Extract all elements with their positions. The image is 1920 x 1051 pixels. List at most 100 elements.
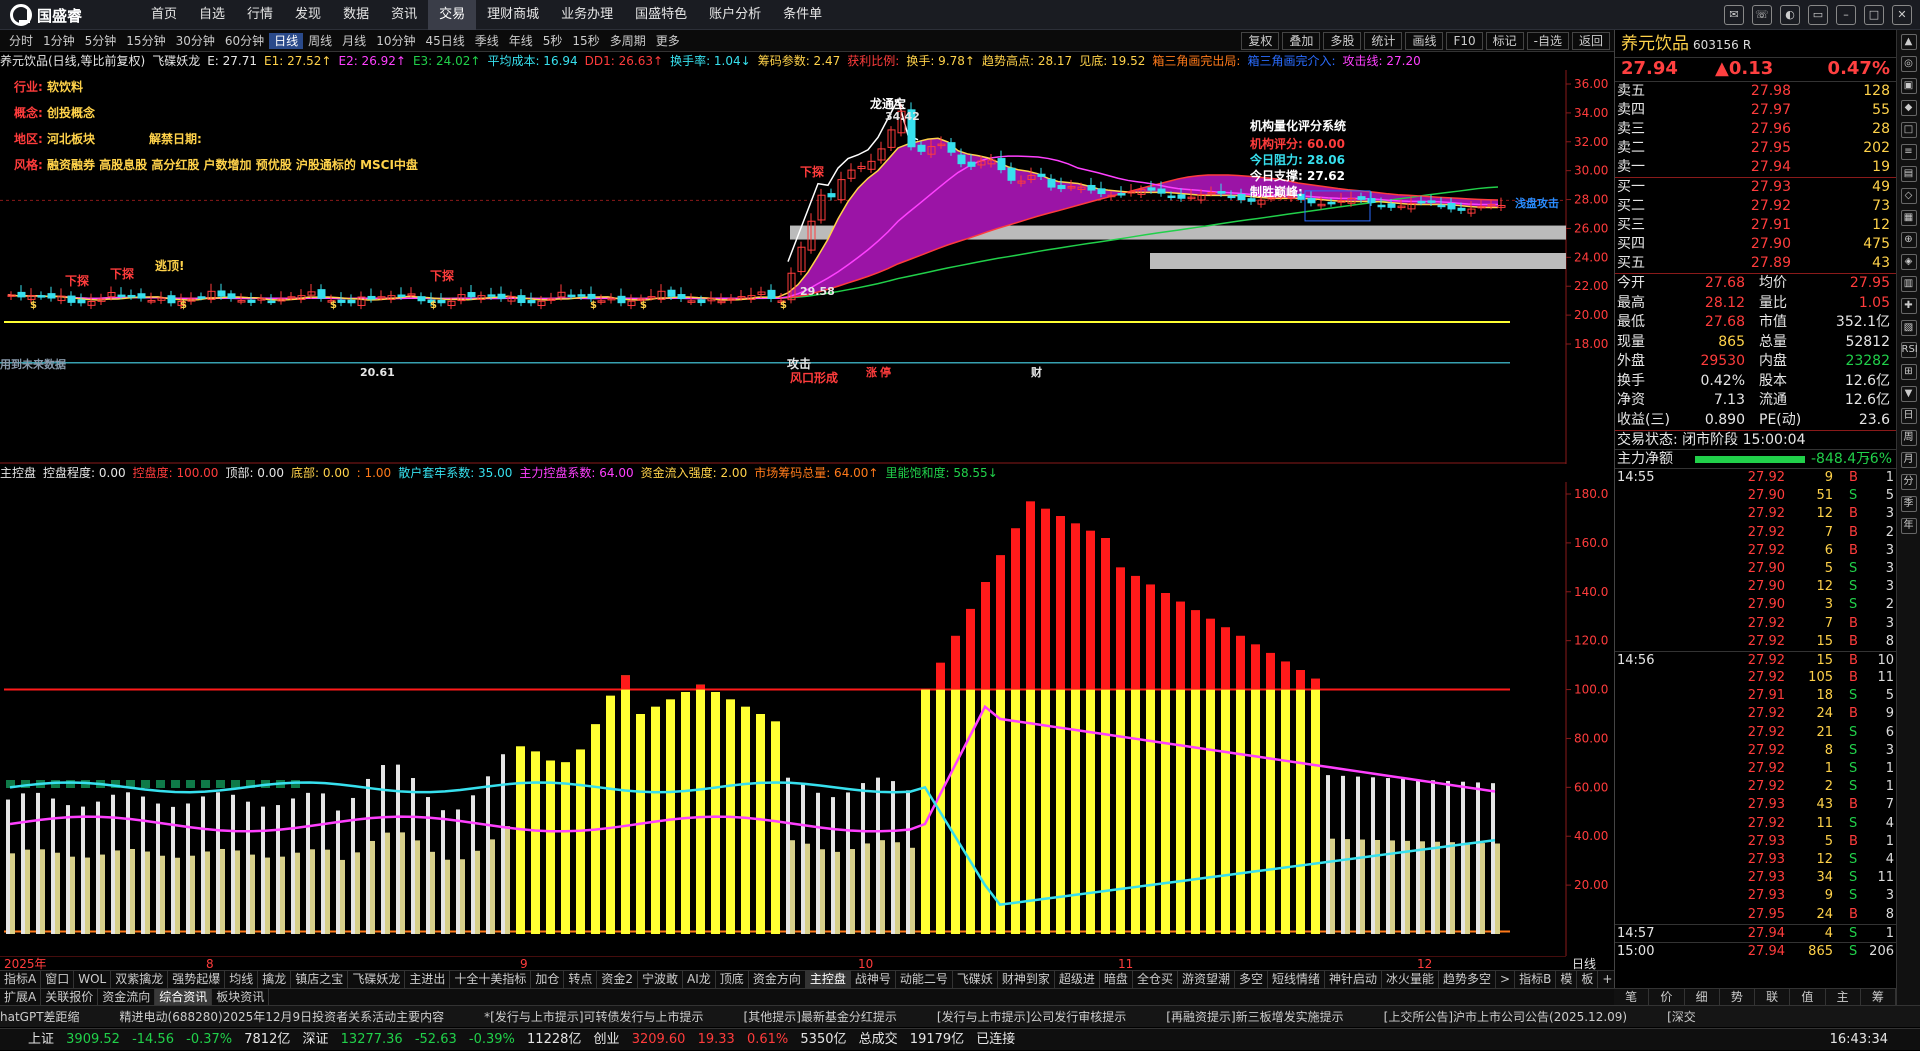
tool-button-8[interactable]: 返回: [1571, 32, 1610, 50]
info-tab-3[interactable]: 综合资讯: [155, 989, 213, 1005]
period-tab-15[interactable]: 多周期: [605, 33, 651, 49]
side-tool-20[interactable]: 分: [1900, 474, 1917, 490]
buy-row[interactable]: 买五 27.89 43: [1615, 254, 1896, 273]
main-control-indicator-chart[interactable]: 180.0 160.0 140.0 120.0 100.0 80.00 60.00 40.00…: [0, 482, 1614, 956]
tool-button-0[interactable]: 复权: [1241, 32, 1280, 50]
indicator-tab-4[interactable]: 强势起爆: [168, 971, 226, 988]
side-tool-13[interactable]: ▧: [1900, 320, 1917, 336]
indicator-tab-17[interactable]: 资金方向: [749, 971, 806, 988]
indicator-tab-3[interactable]: 双紫擒龙: [111, 971, 169, 988]
quote-tab-7[interactable]: 筹: [1861, 989, 1896, 1005]
info-tab-1[interactable]: 关联报价: [41, 989, 99, 1005]
indicator-tab-8[interactable]: 飞碟妖龙: [348, 971, 406, 988]
side-tool-8[interactable]: ▦: [1900, 210, 1917, 226]
tool-button-7[interactable]: -自选: [1526, 32, 1569, 50]
screen-icon[interactable]: ▭: [1808, 5, 1828, 25]
period-tab-16[interactable]: 更多: [651, 33, 685, 49]
menu-item-6[interactable]: 交易: [428, 0, 477, 30]
news-item-4[interactable]: [发行与上市提示]公司发行审核提示: [937, 1010, 1126, 1024]
quote-tab-3[interactable]: 势: [1720, 989, 1755, 1005]
side-tool-10[interactable]: ◈: [1900, 254, 1917, 270]
indicator-tab-23[interactable]: 超级进: [1055, 971, 1100, 988]
indicator-tab-12[interactable]: 转点: [564, 971, 598, 988]
sz-index-name[interactable]: 深证: [303, 1032, 329, 1047]
period-tab-10[interactable]: 45日线: [420, 33, 469, 49]
indicator-tab-36[interactable]: +: [1598, 971, 1614, 988]
side-tool-16[interactable]: ▼: [1900, 386, 1917, 402]
tool-button-4[interactable]: 画线: [1405, 32, 1444, 50]
buy-row[interactable]: 买三 27.91 12: [1615, 216, 1896, 235]
tool-button-2[interactable]: 多股: [1323, 32, 1362, 50]
sell-row[interactable]: 卖一 27.94 19: [1615, 158, 1896, 177]
message-icon[interactable]: ✉: [1724, 5, 1744, 25]
news-item-3[interactable]: [其他提示]最新基金分红提示: [744, 1010, 897, 1024]
side-tool-11[interactable]: ▥: [1900, 276, 1917, 292]
indicator-tab-34[interactable]: 模: [1556, 971, 1578, 988]
indicator-tab-14[interactable]: 宁波敢: [638, 971, 684, 988]
buy-row[interactable]: 买四 27.90 475: [1615, 235, 1896, 254]
side-tool-1[interactable]: ◎: [1900, 56, 1917, 72]
indicator-tab-29[interactable]: 神针启动: [1325, 971, 1383, 988]
period-tab-11[interactable]: 季线: [470, 33, 504, 49]
menu-item-5[interactable]: 资讯: [380, 0, 428, 30]
maximize-icon[interactable]: □: [1864, 5, 1884, 25]
indicator-tab-5[interactable]: 均线: [225, 971, 259, 988]
indicator-tab-33[interactable]: 指标B: [1515, 971, 1557, 988]
period-tab-12[interactable]: 年线: [504, 33, 538, 49]
side-tool-4[interactable]: □: [1900, 122, 1917, 138]
sell-row[interactable]: 卖四 27.97 55: [1615, 101, 1896, 120]
period-tab-1[interactable]: 1分钟: [38, 33, 80, 49]
side-tool-12[interactable]: ✚: [1900, 298, 1917, 314]
indicator-tab-2[interactable]: WOL: [74, 971, 112, 988]
period-tab-6[interactable]: 日线: [269, 33, 304, 49]
indicator-tab-6[interactable]: 擒龙: [258, 971, 292, 988]
menu-item-8[interactable]: 业务办理: [550, 0, 624, 30]
quote-tab-2[interactable]: 细: [1685, 989, 1720, 1005]
indicator-tab-11[interactable]: 加仓: [531, 971, 565, 988]
tool-button-5[interactable]: F10: [1446, 32, 1483, 50]
indicator-tab-21[interactable]: 飞碟妖: [953, 971, 998, 988]
tool-button-6[interactable]: 标记: [1485, 32, 1524, 50]
side-tool-9[interactable]: ⊕: [1900, 232, 1917, 248]
buy-row[interactable]: 买一 27.93 49: [1615, 178, 1896, 197]
news-item-0[interactable]: hatGPT差距缩: [0, 1010, 80, 1024]
indicator-tab-18[interactable]: 主控盘: [805, 971, 851, 988]
sell-row[interactable]: 卖五 27.98 128: [1615, 82, 1896, 101]
menu-item-2[interactable]: 行情: [236, 0, 284, 30]
news-item-1[interactable]: 精进电动(688280)2025年12月9日投资者关系活动主要内容: [120, 1010, 445, 1024]
indicator-tab-26[interactable]: 游资望潮: [1178, 971, 1235, 988]
tool-button-3[interactable]: 统计: [1364, 32, 1403, 50]
indicator-tab-7[interactable]: 镇店之宝: [291, 971, 349, 988]
menu-item-9[interactable]: 国盛特色: [624, 0, 698, 30]
info-tab-0[interactable]: 扩展A: [0, 989, 42, 1005]
indicator-tab-24[interactable]: 暗盘: [1100, 971, 1133, 988]
info-tab-4[interactable]: 板块资讯: [212, 989, 270, 1005]
menu-item-11[interactable]: 条件单: [772, 0, 833, 30]
period-tab-5[interactable]: 60分钟: [220, 33, 269, 49]
side-tool-2[interactable]: ▣: [1900, 78, 1917, 94]
menu-item-1[interactable]: 自选: [188, 0, 236, 30]
indicator-tab-9[interactable]: 主进出: [405, 971, 451, 988]
headset-icon[interactable]: ☏: [1752, 5, 1772, 25]
side-tool-17[interactable]: 日: [1900, 408, 1917, 424]
indicator-tab-35[interactable]: 板: [1577, 971, 1599, 988]
indicator-tab-25[interactable]: 全仓买: [1133, 971, 1178, 988]
period-tab-2[interactable]: 5分钟: [80, 33, 122, 49]
news-item-2[interactable]: *[发行与上市提示]可转债发行与上市提示: [484, 1010, 703, 1024]
close-icon[interactable]: ✕: [1892, 5, 1912, 25]
indicator-tab-16[interactable]: 顶底: [716, 971, 749, 988]
indicator-tab-1[interactable]: 窗口: [41, 971, 75, 988]
news-item-6[interactable]: [上交所公告]沪市上市公司公告(2025.12.09): [1384, 1010, 1627, 1024]
news-item-5[interactable]: [再融资提示]新三板增发实施提示: [1166, 1010, 1343, 1024]
sell-row[interactable]: 卖三 27.96 28: [1615, 120, 1896, 139]
period-tab-7[interactable]: 周线: [303, 33, 337, 49]
indicator-tab-28[interactable]: 短线情绪: [1268, 971, 1325, 988]
quote-tab-5[interactable]: 值: [1790, 989, 1826, 1005]
side-tool-3[interactable]: ◆: [1900, 100, 1917, 116]
indicator-tab-30[interactable]: 冰火量能: [1382, 971, 1440, 988]
period-tab-3[interactable]: 15分钟: [121, 33, 170, 49]
menu-item-10[interactable]: 账户分析: [698, 0, 772, 30]
menu-item-3[interactable]: 发现: [284, 0, 332, 30]
quote-tab-6[interactable]: 主: [1826, 989, 1861, 1005]
side-tool-18[interactable]: 周: [1900, 430, 1917, 446]
